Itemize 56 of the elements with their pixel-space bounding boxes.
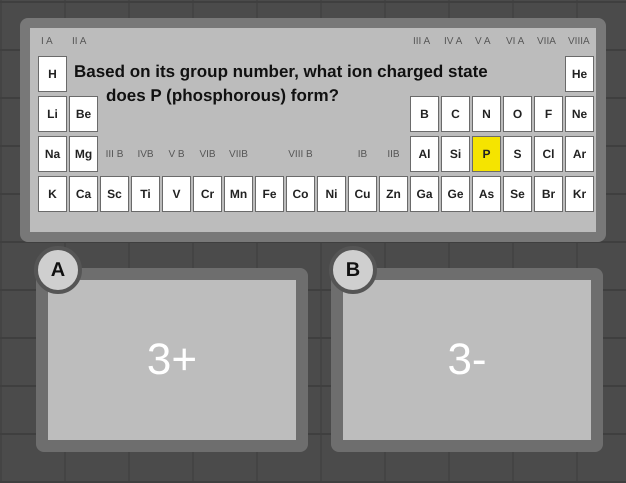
group-label: VIIIA xyxy=(567,36,590,47)
element-tile: Ca xyxy=(69,176,98,212)
element-tile: Br xyxy=(534,176,563,212)
element-tile: Mg xyxy=(69,136,98,172)
element-tile: Ti xyxy=(131,176,160,212)
element-tile: He xyxy=(565,56,594,92)
element-tile: Cr xyxy=(193,176,222,212)
group-label: III B xyxy=(106,148,124,160)
element-tile: Ge xyxy=(441,176,470,212)
element-tile: Co xyxy=(286,176,315,212)
element-tile: Se xyxy=(503,176,532,212)
element-tile: N xyxy=(472,96,501,132)
element-tile: Al xyxy=(410,136,439,172)
element-tile: S xyxy=(503,136,532,172)
element-tile: As xyxy=(472,176,501,212)
answer-letter: B xyxy=(329,246,377,294)
group-label: V B xyxy=(168,148,185,160)
element-tile: Fe xyxy=(255,176,284,212)
element-tile: Kr xyxy=(565,176,594,212)
group-label: V A xyxy=(474,36,491,47)
element-tile: Na xyxy=(38,136,67,172)
element-tile: Mn xyxy=(224,176,253,212)
element-tile: B xyxy=(410,96,439,132)
answer-text: 3- xyxy=(447,335,487,385)
group-label: IB xyxy=(358,148,368,160)
group-label: I A xyxy=(40,36,53,47)
element-tile: K xyxy=(38,176,67,212)
group-label: II A xyxy=(71,36,86,47)
group-label: VI A xyxy=(505,36,524,47)
element-tile: H xyxy=(38,56,67,92)
element-tile: Zn xyxy=(379,176,408,212)
group-label: III A xyxy=(412,36,430,47)
group-label: VIII B xyxy=(288,148,313,160)
element-tile: C xyxy=(441,96,470,132)
element-tile: Ar xyxy=(565,136,594,172)
element-tile: Sc xyxy=(100,176,129,212)
element-tile: Ga xyxy=(410,176,439,212)
element-tile: O xyxy=(503,96,532,132)
element-tile: Li xyxy=(38,96,67,132)
element-tile: Be xyxy=(69,96,98,132)
group-label: IIB xyxy=(387,148,400,160)
element-tile: P xyxy=(472,136,501,172)
element-tile: Cu xyxy=(348,176,377,212)
element-tile: Cl xyxy=(534,136,563,172)
element-tile: Si xyxy=(441,136,470,172)
group-label: IVB xyxy=(137,148,154,160)
group-label: VIB xyxy=(199,148,216,160)
group-label: VIIA xyxy=(536,36,556,47)
answer-text: 3+ xyxy=(146,335,198,385)
element-tile: V xyxy=(162,176,191,212)
group-label: IV A xyxy=(443,36,462,47)
element-tile: F xyxy=(534,96,563,132)
element-tile: Ni xyxy=(317,176,346,212)
group-label: VIIB xyxy=(229,148,248,160)
element-tile: Ne xyxy=(565,96,594,132)
answer-letter: A xyxy=(34,246,82,294)
